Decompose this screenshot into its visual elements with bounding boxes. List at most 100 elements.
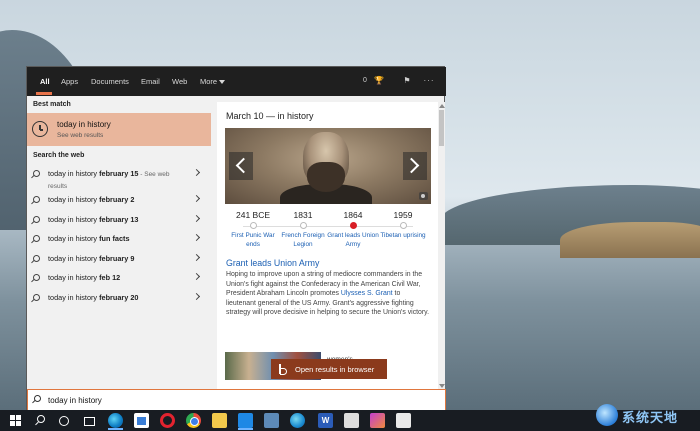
list-item[interactable]: today in history feb 12 [27,269,211,289]
chevron-down-icon [219,79,226,84]
site-watermark: 系统天地 [596,398,700,431]
timeline-year: 1864 [343,210,363,220]
edge-beta-icon[interactable] [290,413,305,428]
word-icon[interactable]: W [318,413,333,428]
timeline-item[interactable]: 1959 Tibetan uprising [375,210,431,240]
timeline-item[interactable]: 1831 French Foreign Legion [275,210,331,249]
suggestion-bold: february 2 [99,195,135,204]
chevron-left-icon [235,157,252,174]
timeline-item[interactable]: 241 BCE First Punic War ends [225,210,281,249]
search-tabs-bar: All Apps Documents Email Web More 0 🏆 ⚑ … [27,67,446,96]
suggestion-bold: february 13 [99,214,139,224]
more-options-icon[interactable]: ··· [423,75,435,87]
timeline-dot-selected [349,222,357,229]
timeline-dot [399,222,407,229]
best-match-item[interactable]: today in history See web results [27,113,211,146]
store-icon[interactable] [134,413,149,428]
suggestion-prefix: today in history [48,195,100,204]
feedback-icon[interactable]: ⚑ [401,75,413,87]
chevron-right-icon [192,292,201,300]
active-app-indicator [108,428,123,430]
carousel-prev-button[interactable] [229,152,253,180]
tab-documents[interactable]: Documents [91,77,129,86]
timeline-label: First Punic War ends [231,232,275,248]
scroll-up-icon[interactable] [438,104,445,108]
hero-image [225,128,431,204]
edge-icon[interactable] [108,413,123,428]
timeline-dot [249,222,257,229]
camera-icon[interactable] [419,192,428,200]
scroll-down-icon[interactable] [438,384,445,388]
search-box[interactable] [27,389,446,411]
search-input[interactable] [48,393,348,407]
chevron-right-icon [192,272,201,281]
grant-link[interactable]: Ulysses S. Grant [341,290,393,297]
search-icon [33,293,40,301]
portrait-beard [307,162,345,192]
bing-icon [279,364,287,375]
open-in-browser-button[interactable]: Open results in browser [271,359,387,379]
list-item[interactable]: today in history february 20 [27,289,211,309]
chevron-right-icon [192,168,201,177]
preview-card: March 10 — in history 241 BCE First Puni… [217,102,445,390]
watermark-logo-icon [596,404,618,426]
chrome-icon[interactable] [186,413,201,428]
list-item[interactable]: today in history february 13 [27,211,211,231]
event-description: Hoping to improve upon a string of medio… [226,270,432,318]
best-match-heading: Best match [33,101,71,108]
search-icon [33,215,40,223]
chevron-right-icon [192,194,201,203]
timeline-year: 1959 [393,210,413,220]
search-panel: All Apps Documents Email Web More 0 🏆 ⚑ … [26,66,446,411]
event-title-link[interactable]: Grant leads Union Army [226,258,319,268]
wallpaper-grass [560,222,700,258]
cortana-icon[interactable] [56,413,71,428]
scroll-thumb[interactable] [439,110,444,146]
list-item[interactable]: today in history february 2 [27,191,211,211]
chevron-right-icon [403,157,420,174]
carousel-next-button[interactable] [403,152,427,180]
task-view-icon[interactable] [82,413,97,428]
list-item[interactable]: today in history february 9 [27,250,211,270]
search-icon [33,235,40,242]
chevron-right-icon [192,233,201,242]
opera-icon[interactable] [160,413,175,428]
tab-apps[interactable]: Apps [61,77,78,86]
open-in-browser-label: Open results in browser [295,364,375,374]
results-list: Best match today in history See web resu… [27,96,211,390]
suggestion-bold: february 9 [99,253,135,263]
web-suggestions: today in history february 15 - See web r… [27,165,211,308]
list-item[interactable]: today in history fun facts [27,230,211,250]
suggestion-prefix: today in history [48,253,100,263]
tab-more[interactable]: More [200,77,226,86]
suggestion-prefix: today in history [48,292,100,302]
suggestion-prefix: today in history [48,214,100,224]
photos-icon[interactable] [264,413,279,428]
timeline-label: French Foreign Legion [281,232,325,248]
snip-icon[interactable] [396,413,411,428]
search-icon [33,196,40,203]
taskbar-search-icon[interactable] [32,413,47,428]
notepad-icon[interactable] [344,413,359,428]
windows-start-icon[interactable] [8,413,23,428]
tab-email[interactable]: Email [141,77,160,86]
tab-all[interactable]: All [40,77,50,86]
list-item[interactable]: today in history february 15 - See web r… [27,165,211,191]
search-web-heading: Search the web [33,152,85,159]
suggestion-bold: february 20 [99,292,139,302]
taskbar: W [0,410,700,431]
watermark-text: 系统天地 [622,411,679,426]
card-scrollbar[interactable] [438,102,445,390]
tab-web[interactable]: Web [172,77,187,86]
mail-icon[interactable] [238,413,253,428]
tab-more-label: More [200,77,218,86]
trophy-icon[interactable]: 🏆 [373,75,385,87]
chevron-right-icon [192,253,201,261]
history-icon [32,121,48,137]
suggestion-prefix: today in history [48,234,100,243]
active-app-indicator [238,428,253,430]
timeline: 241 BCE First Punic War ends 1831 French… [225,210,431,258]
paint-icon[interactable] [370,413,385,428]
timeline-item[interactable]: 1864 Grant leads Union Army [325,210,381,249]
file-explorer-icon[interactable] [212,413,227,428]
